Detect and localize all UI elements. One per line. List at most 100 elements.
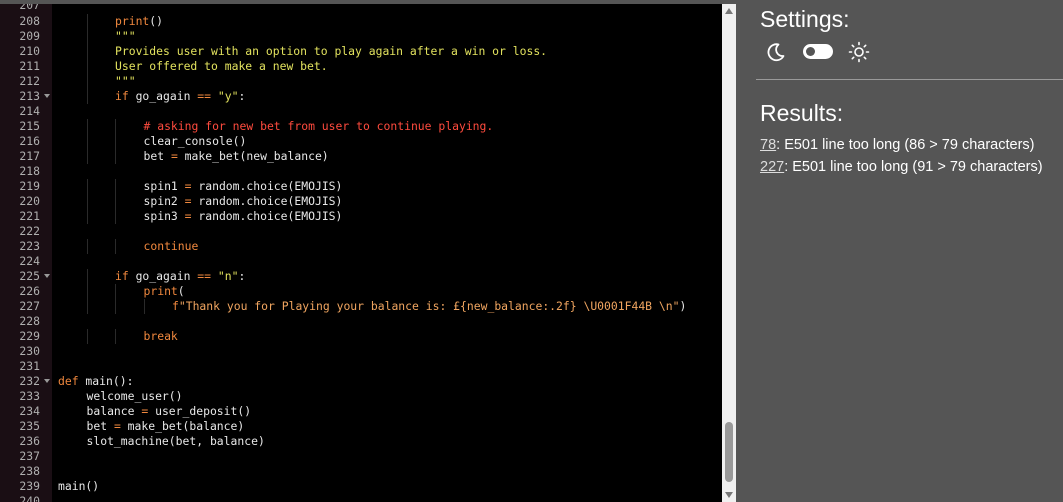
indent-guide: [115, 134, 116, 149]
code-token: make_bet(new_balance): [177, 149, 329, 163]
code-token: if: [115, 269, 129, 283]
code-line[interactable]: 226 print(: [0, 284, 722, 299]
code-token: :: [238, 89, 246, 103]
indent-guide: [86, 44, 88, 59]
line-number: 207: [19, 4, 40, 12]
code-line[interactable]: 214: [0, 104, 722, 119]
code-line[interactable]: 238: [0, 464, 722, 479]
code-line[interactable]: 240: [0, 494, 722, 502]
code-token: =: [184, 209, 192, 223]
code-line[interactable]: 227 f"Thank you for Playing your balance …: [0, 299, 722, 314]
line-number: 226: [19, 284, 40, 298]
code-text: spin1 = random.choice(EMOJIS): [144, 179, 343, 194]
code-line[interactable]: 234 balance = user_deposit(): [0, 404, 722, 419]
code-token: =: [170, 149, 178, 163]
code-text: """: [115, 74, 136, 89]
code-line[interactable]: 230: [0, 344, 722, 359]
code-line[interactable]: 229 break: [0, 329, 722, 344]
editor-scrollbar[interactable]: [722, 4, 736, 502]
code-text: f"Thank you for Playing your balance is:…: [172, 299, 686, 314]
scrollbar-thumb[interactable]: [725, 422, 733, 482]
moon-icon[interactable]: [766, 42, 786, 62]
code-token: spin2: [143, 194, 185, 208]
indent-guide: [86, 284, 88, 299]
code-line[interactable]: 218: [0, 164, 722, 179]
code-text: def main():: [58, 374, 133, 389]
line-number: 237: [19, 449, 40, 463]
code-line[interactable]: 232 def main():: [0, 374, 722, 389]
code-text: # asking for new bet from user to contin…: [144, 119, 494, 134]
code-line[interactable]: 239 main(): [0, 479, 722, 494]
code-text: bet = make_bet(new_balance): [144, 149, 329, 164]
indent-guide: [86, 89, 88, 104]
code-line[interactable]: 222: [0, 224, 722, 239]
code-line[interactable]: 225 if go_again == "n":: [0, 269, 722, 284]
code-line[interactable]: 216 clear_console(): [0, 134, 722, 149]
toggle-knob: [806, 47, 815, 56]
code-line[interactable]: 209 """: [0, 29, 722, 44]
code-line[interactable]: 231: [0, 359, 722, 374]
code-line[interactable]: 228: [0, 314, 722, 329]
code-line[interactable]: 215 # asking for new bet from user to con…: [0, 119, 722, 134]
code-token: random.choice(EMOJIS): [191, 209, 343, 223]
code-line[interactable]: 233 welcome_user(): [0, 389, 722, 404]
line-number: 208: [19, 14, 40, 28]
code-token: break: [143, 329, 178, 343]
indent-guide: [86, 269, 88, 284]
line-number: 234: [19, 404, 40, 418]
code-line[interactable]: 221 spin3 = random.choice(EMOJIS): [0, 209, 722, 224]
code-line[interactable]: 236 slot_machine(bet, balance): [0, 434, 722, 449]
result-item: 78: E501 line too long (86 > 79 characte…: [760, 137, 1034, 153]
code-text: continue: [144, 239, 199, 254]
code-line[interactable]: 217 bet = make_bet(new_balance): [0, 149, 722, 164]
code-token: Provides user with an option to play aga…: [115, 44, 548, 58]
code-text: balance = user_deposit(): [87, 404, 252, 419]
indent-guide: [86, 239, 88, 254]
code-token: (): [149, 14, 164, 28]
code-token: bet: [86, 419, 114, 433]
code-token: "Thank you for Playing your balance is: …: [178, 299, 680, 313]
code-line[interactable]: 208 print(): [0, 14, 722, 29]
code-line[interactable]: 219 spin1 = random.choice(EMOJIS): [0, 179, 722, 194]
sun-icon[interactable]: [848, 41, 870, 63]
fold-arrow-icon[interactable]: [44, 379, 50, 383]
code-line[interactable]: 207: [0, 4, 722, 14]
indent-guide: [115, 179, 116, 194]
code-lines: 207 208 print() 209 """ 210 Provides user with…: [0, 4, 722, 502]
code-line[interactable]: 224: [0, 254, 722, 269]
settings-title: Settings:: [760, 6, 850, 32]
line-number: 232: [19, 374, 40, 388]
code-token: print: [143, 284, 178, 298]
code-line[interactable]: 223 continue: [0, 239, 722, 254]
line-number: 230: [19, 344, 40, 358]
line-number: 239: [19, 479, 40, 493]
fold-arrow-icon[interactable]: [44, 94, 50, 98]
line-number: 216: [19, 134, 40, 148]
line-number: 223: [19, 239, 40, 253]
code-token: ==: [197, 89, 212, 103]
code-line[interactable]: 220 spin2 = random.choice(EMOJIS): [0, 194, 722, 209]
code-line[interactable]: 210 Provides user with an option to play …: [0, 44, 722, 59]
code-line[interactable]: 211 User offered to make a new bet.: [0, 59, 722, 74]
theme-toggle[interactable]: [803, 44, 833, 59]
result-line-link[interactable]: 227: [760, 159, 784, 175]
indent-guide: [86, 209, 88, 224]
line-number: 228: [19, 314, 40, 328]
code-text: main(): [58, 479, 99, 494]
code-editor[interactable]: 207 208 print() 209 """ 210 Provides user with…: [0, 4, 722, 502]
code-line[interactable]: 213 if go_again == "y":: [0, 89, 722, 104]
code-token: if: [115, 89, 129, 103]
result-message: : E501 line too long (86 > 79 characters…: [776, 137, 1035, 153]
line-number: 217: [19, 149, 40, 163]
fold-arrow-icon[interactable]: [44, 274, 50, 278]
line-number: 214: [19, 104, 40, 118]
scroll-up-icon[interactable]: [725, 8, 733, 14]
code-line[interactable]: 235 bet = make_bet(balance): [0, 419, 722, 434]
code-text: print(: [144, 284, 185, 299]
line-number: 227: [19, 299, 40, 313]
scroll-down-icon[interactable]: [725, 492, 733, 498]
code-line[interactable]: 212 """: [0, 74, 722, 89]
result-line-link[interactable]: 78: [760, 137, 776, 153]
code-line[interactable]: 237: [0, 449, 722, 464]
code-token: :: [238, 269, 246, 283]
